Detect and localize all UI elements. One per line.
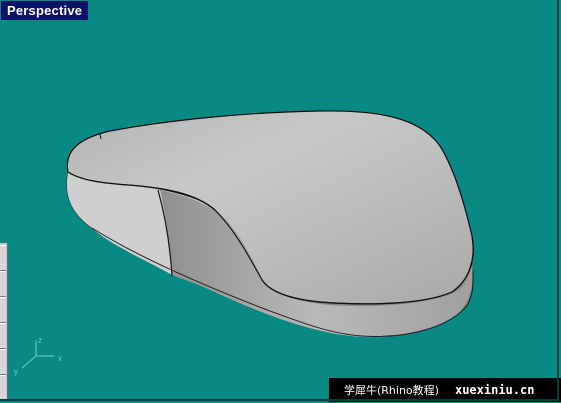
watermark-chinese: 学犀牛(Rhino教程) — [344, 384, 439, 397]
axis-label-x: x — [58, 354, 62, 363]
viewport-title[interactable]: Perspective — [1, 1, 89, 20]
watermark-banner: 学犀牛(Rhino教程) xuexiniu.cn — [329, 378, 561, 402]
toolbar-button[interactable] — [0, 349, 6, 375]
watermark-site: xuexiniu.cn — [454, 383, 535, 397]
side-toolbar[interactable] — [0, 243, 8, 401]
viewport-scene[interactable]: z x y — [0, 0, 561, 403]
toolbar-button[interactable] — [0, 375, 6, 401]
axis-gizmo: z x y — [14, 336, 62, 376]
toolbar-button[interactable] — [0, 297, 6, 323]
toolbar-button[interactable] — [0, 271, 6, 297]
axis-label-y: y — [14, 367, 18, 376]
axis-label-z: z — [38, 336, 42, 345]
toolbar-button[interactable] — [0, 323, 6, 349]
toolbar-button[interactable] — [0, 245, 6, 271]
perspective-viewport[interactable]: z x y Perspective 学犀牛(Rhino教程) xuexiniu.c… — [0, 0, 561, 403]
